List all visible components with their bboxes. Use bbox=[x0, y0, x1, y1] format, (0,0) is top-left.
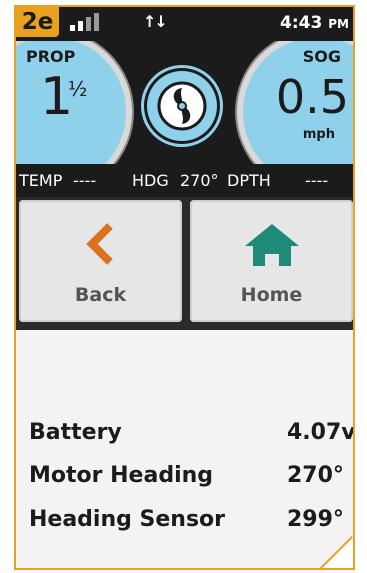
back-button[interactable]: Back bbox=[19, 200, 182, 322]
reading-row-heading-sensor: Heading Sensor 299° bbox=[29, 507, 353, 532]
propeller-button[interactable] bbox=[147, 71, 217, 141]
reading-label: Battery bbox=[29, 420, 122, 445]
back-label: Back bbox=[74, 284, 127, 306]
sog-unit: mph bbox=[302, 127, 335, 142]
info-bar: TEMP ---- HDG 270° DPTH ---- bbox=[16, 164, 353, 197]
hdg-label: HDG bbox=[132, 171, 169, 190]
status-bar: 2e ↑↓ 4:43 PM bbox=[16, 7, 353, 41]
home-button[interactable]: Home bbox=[190, 200, 353, 322]
prop-fraction: ½ bbox=[68, 77, 88, 101]
clock-ampm: PM bbox=[328, 17, 349, 31]
reading-value: 4.07v bbox=[287, 420, 355, 445]
reading-value: 270° bbox=[287, 463, 344, 488]
sog-label: SOG bbox=[302, 47, 341, 66]
temp-label: TEMP bbox=[19, 171, 63, 190]
data-transfer-arrows-icon: ↑↓ bbox=[143, 12, 168, 31]
dpth-value: ---- bbox=[305, 171, 329, 190]
reading-label: Heading Sensor bbox=[29, 507, 226, 532]
gauge-panel: PROP 1 ½ SOG 0.5 mph bbox=[16, 41, 353, 164]
nav-bar: Back Home bbox=[16, 197, 353, 330]
clock: 4:43 PM bbox=[280, 13, 349, 33]
hdg-value: 270° bbox=[180, 171, 219, 190]
reading-label: Motor Heading bbox=[29, 463, 214, 488]
prop-label: PROP bbox=[26, 47, 76, 66]
readings-panel: Battery 4.07v Motor Heading 270° Heading… bbox=[16, 330, 355, 568]
reading-row-motor-heading: Motor Heading 270° bbox=[29, 463, 353, 488]
reading-row-battery: Battery 4.07v bbox=[29, 420, 355, 445]
sog-value: 0.5 bbox=[275, 70, 349, 124]
device-screen: 2e ↑↓ 4:43 PM PROP 1 ½ SOG 0.5 mph TEMP … bbox=[14, 5, 355, 570]
clock-time: 4:43 bbox=[280, 13, 323, 33]
reading-value: 299° bbox=[287, 507, 344, 532]
home-label: Home bbox=[240, 284, 303, 306]
chevron-left-icon bbox=[85, 223, 113, 265]
propeller-icon bbox=[157, 81, 207, 131]
temp-value: ---- bbox=[73, 171, 97, 190]
home-icon bbox=[244, 224, 299, 266]
screen-badge: 2e bbox=[16, 7, 59, 37]
dpth-label: DPTH bbox=[227, 171, 271, 190]
